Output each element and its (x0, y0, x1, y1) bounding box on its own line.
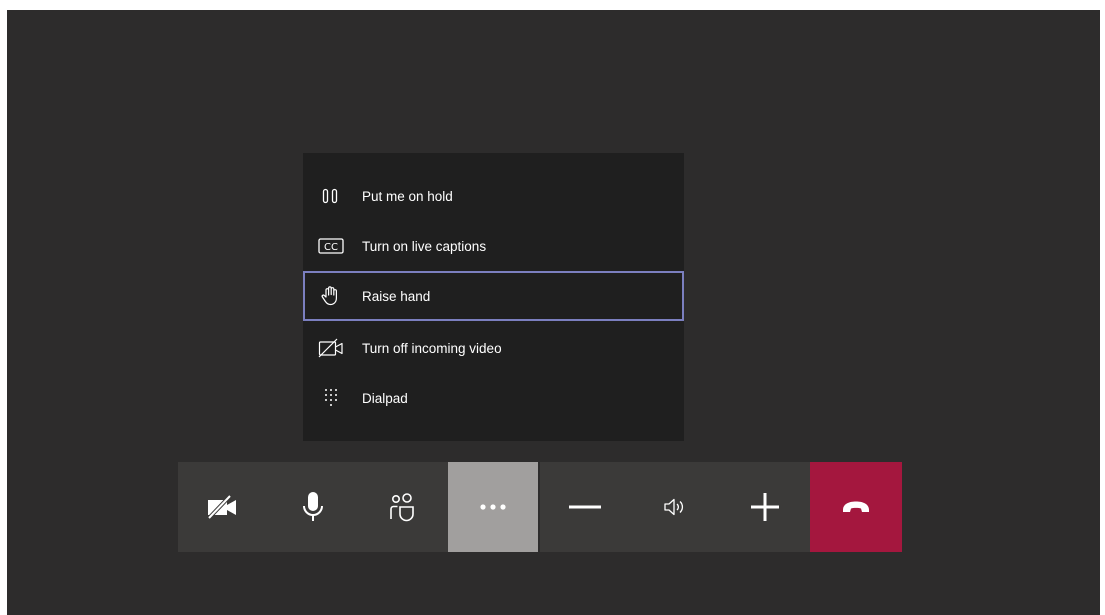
microphone-icon (300, 490, 326, 524)
hang-up-icon (841, 500, 871, 514)
svg-text:CC: CC (324, 242, 338, 253)
menu-item-incoming-video[interactable]: Turn off incoming video (303, 323, 684, 373)
hand-icon (318, 286, 344, 306)
menu-item-dialpad[interactable]: Dialpad (303, 373, 684, 423)
plus-icon (750, 492, 780, 522)
call-stage: Put me on hold CC Turn on live captions … (7, 10, 1100, 615)
menu-item-label: Turn on live captions (362, 238, 487, 254)
menu-item-label: Put me on hold (362, 188, 453, 204)
minus-icon (568, 504, 602, 510)
speaker-button[interactable] (630, 462, 720, 552)
video-off-icon (318, 338, 344, 358)
volume-up-button[interactable] (720, 462, 810, 552)
camera-off-icon (205, 493, 241, 521)
participants-button[interactable] (358, 462, 448, 552)
more-actions-button[interactable] (448, 462, 538, 552)
call-controls-toolbar (178, 462, 902, 552)
participants-icon (388, 492, 418, 522)
microphone-button[interactable] (268, 462, 358, 552)
speaker-icon (662, 496, 688, 518)
pause-icon (318, 186, 344, 206)
menu-item-live-captions[interactable]: CC Turn on live captions (303, 221, 684, 271)
dialpad-icon (318, 388, 344, 408)
menu-item-raise-hand[interactable]: Raise hand (303, 271, 684, 321)
volume-down-button[interactable] (540, 462, 630, 552)
menu-item-label: Turn off incoming video (362, 340, 502, 356)
menu-item-hold[interactable]: Put me on hold (303, 171, 684, 221)
hang-up-button[interactable] (810, 462, 902, 552)
camera-off-button[interactable] (178, 462, 268, 552)
cc-icon: CC (318, 236, 344, 256)
menu-item-label: Dialpad (362, 390, 408, 406)
menu-item-label: Raise hand (362, 288, 431, 304)
more-actions-menu: Put me on hold CC Turn on live captions … (303, 153, 684, 441)
more-icon (478, 502, 508, 512)
